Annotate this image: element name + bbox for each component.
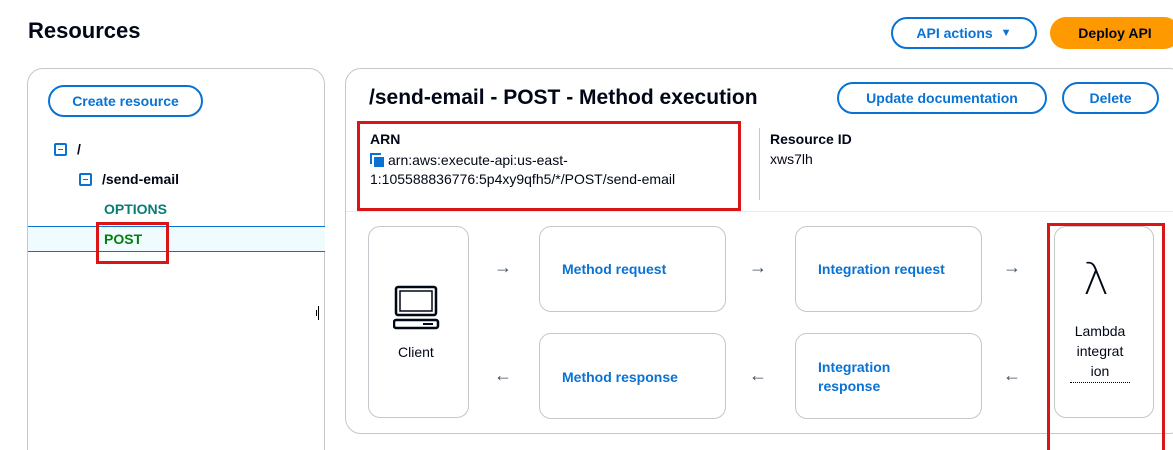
collapse-icon[interactable] (54, 142, 67, 156)
arrow-right-icon: → (749, 257, 767, 277)
page-title: Resources (28, 18, 141, 43)
arrow-left-icon: ← (749, 365, 767, 385)
method-response-link[interactable]: Method response (562, 368, 678, 387)
arrow-right-icon: → (494, 257, 512, 277)
tree-method-options[interactable]: OPTIONS (104, 201, 167, 217)
integration-response-line-2: response (818, 378, 881, 394)
client-label: Client (398, 344, 434, 360)
integration-request-link[interactable]: Integration request (818, 260, 945, 279)
tree-row-root[interactable]: / (54, 141, 81, 157)
tree-label-root: / (77, 141, 81, 157)
api-actions-button[interactable]: API actions ▼ (891, 17, 1037, 49)
arrow-left-icon: ← (494, 365, 512, 385)
section-divider (346, 211, 1173, 212)
computer-icon (393, 285, 440, 330)
selected-row-highlight (28, 226, 325, 252)
api-actions-label: API actions (916, 25, 993, 41)
highlight-box-lambda (1047, 223, 1165, 450)
panel-resize-handle[interactable] (316, 306, 319, 320)
arrow-right-icon: → (1003, 257, 1021, 277)
highlight-box-arn (357, 121, 741, 211)
update-documentation-button[interactable]: Update documentation (837, 82, 1047, 114)
method-request-link[interactable]: Method request (562, 260, 666, 279)
arrow-left-icon: ← (1003, 365, 1021, 385)
tree-label-send-email: /send-email (102, 171, 180, 187)
create-resource-button[interactable]: Create resource (48, 85, 203, 117)
collapse-icon[interactable] (79, 172, 92, 186)
tree-row-send-email[interactable]: /send-email (79, 171, 179, 187)
integration-response-line-1: Integration (818, 359, 891, 375)
resource-id-label: Resource ID (770, 131, 852, 147)
deploy-api-button[interactable]: Deploy API (1050, 17, 1173, 49)
integration-response-link[interactable]: Integration response (818, 358, 890, 396)
caret-down-icon: ▼ (1000, 27, 1012, 39)
method-execution-title: /send-email - POST - Method execution (369, 86, 758, 109)
divider (759, 128, 760, 200)
resource-tree-panel (27, 68, 325, 450)
delete-button[interactable]: Delete (1062, 82, 1159, 114)
highlight-box-post (96, 222, 169, 264)
resource-id-value: xws7lh (770, 151, 813, 167)
